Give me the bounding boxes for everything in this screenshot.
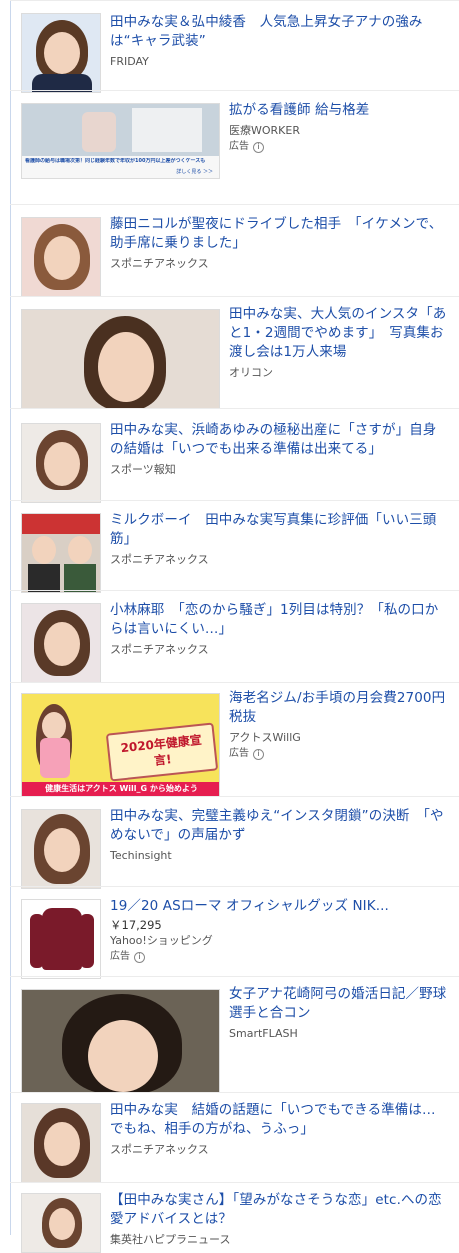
article-source: スポニチアネックス (110, 643, 209, 656)
ad-thumbnail[interactable]: 2020年健康宣言! 健康生活はアクトス Will_G から始めよう (21, 693, 220, 797)
article-item[interactable]: 田中みな実＆弘中綾香 人気急上昇女子アナの強みは“キャラ武装” FRIDAY (10, 0, 459, 93)
article-thumbnail[interactable] (21, 809, 101, 889)
article-item[interactable]: 田中みな実、完璧主義ゆえ“インスタ閉鎖”の決断 「やめないで」の声届かず Tec… (10, 796, 459, 889)
article-title[interactable]: 田中みな実、浜崎あゆみの極秘出産に「さすが」自身の結婚は「いつでも出来る準備は出… (110, 421, 447, 459)
shopping-ad-item[interactable]: 19／20 ASローマ オフィシャルグッズ NIK... ￥17,295 Yah… (10, 886, 459, 979)
article-item[interactable]: ミルクボーイ 田中みな実写真集に珍評価「いい三頭筋」 スポニチアネックス (10, 500, 459, 593)
ad-title[interactable]: 海老名ジム/お手頃の月会費2700円税抜 (229, 689, 447, 727)
article-title[interactable]: 田中みな実、大人気のインスタ「あと1・2週間でやめます」 写真集お渡し会は1万人… (229, 305, 447, 362)
ad-thumb-badge: 2020年健康宣言! (105, 722, 219, 782)
article-thumbnail[interactable] (21, 513, 101, 593)
article-item[interactable]: 【田中みな実さん】「望みがなさそうな恋」etc.への恋愛アドバイスとは？ 集英社… (10, 1182, 459, 1253)
product-price: ￥17,295 (110, 918, 162, 932)
article-thumbnail[interactable] (21, 603, 101, 683)
article-title[interactable]: ミルクボーイ 田中みな実写真集に珍評価「いい三頭筋」 (110, 511, 447, 549)
article-thumbnail[interactable] (21, 1193, 101, 1253)
article-source: スポニチアネックス (110, 257, 209, 270)
product-thumbnail[interactable] (21, 899, 101, 979)
article-item[interactable]: 田中みな実、大人気のインスタ「あと1・2週間でやめます」 写真集お渡し会は1万人… (10, 296, 459, 409)
ad-thumb-more: 詳しく見る ＞＞ (176, 169, 213, 175)
article-title[interactable]: 田中みな実 結婚の話題に「いつでもできる準備は…でもね、相手の方がね、うふっ」 (110, 1101, 447, 1139)
article-source: SmartFLASH (229, 1027, 298, 1040)
article-title[interactable]: 田中みな実、完璧主義ゆえ“インスタ閉鎖”の決断 「やめないで」の声届かず (110, 807, 447, 845)
article-item[interactable]: 女子アナ花崎阿弓の婚活日記／野球選手と合コン SmartFLASH (10, 976, 459, 1093)
article-thumbnail[interactable] (21, 989, 220, 1093)
ad-source: 医療WORKER (229, 124, 300, 137)
article-title[interactable]: 藤田ニコルが聖夜にドライブした相手 「イケメンで、助手席に乗りました」 (110, 215, 447, 253)
article-title[interactable]: 女子アナ花崎阿弓の婚活日記／野球選手と合コン (229, 985, 447, 1023)
info-icon[interactable]: i (134, 951, 145, 963)
ad-thumb-headline: 看護師の給与は職場次第！同じ経験年数で年収が100万円以上差がつくケースも (25, 158, 206, 164)
article-item[interactable]: 藤田ニコルが聖夜にドライブした相手 「イケメンで、助手席に乗りました」 スポニチ… (10, 204, 459, 297)
article-source: スポーツ報知 (110, 463, 176, 476)
article-source: FRIDAY (110, 55, 149, 68)
ad-label: 広告 (110, 951, 130, 962)
article-source: 集英社ハピプラニュース (110, 1233, 231, 1246)
article-source: スポニチアネックス (110, 1143, 209, 1156)
article-thumbnail[interactable] (21, 13, 101, 93)
info-icon[interactable]: i (253, 748, 264, 760)
article-thumbnail[interactable] (21, 309, 220, 409)
ad-label: 広告 (229, 141, 249, 152)
article-title[interactable]: 【田中みな実さん】「望みがなさそうな恋」etc.への恋愛アドバイスとは？ (110, 1191, 447, 1229)
article-title[interactable]: 田中みな実＆弘中綾香 人気急上昇女子アナの強みは“キャラ武装” (110, 13, 447, 51)
product-title[interactable]: 19／20 ASローマ オフィシャルグッズ NIK... (110, 897, 447, 916)
ad-title[interactable]: 拡がる看護師 給与格差 (229, 101, 447, 120)
ad-thumb-banner: 健康生活はアクトス Will_G から始めよう (22, 782, 219, 796)
ad-source: アクトスWillG (229, 731, 301, 744)
article-item[interactable]: 田中みな実、浜崎あゆみの極秘出産に「さすが」自身の結婚は「いつでも出来る準備は出… (10, 408, 459, 503)
article-item[interactable]: 田中みな実 結婚の話題に「いつでもできる準備は…でもね、相手の方がね、うふっ」 … (10, 1092, 459, 1183)
article-title[interactable]: 小林麻耶 「恋のから騒ぎ」1列目は特別？「私の口からは言いにくい…」 (110, 601, 447, 639)
article-source: オリコン (229, 366, 273, 379)
ad-label: 広告 (229, 748, 249, 759)
article-source: スポニチアネックス (110, 553, 209, 566)
ad-item[interactable]: 看護師の給与は職場次第！同じ経験年数で年収が100万円以上差がつくケースも 詳し… (10, 90, 459, 204)
article-thumbnail[interactable] (21, 423, 101, 503)
ad-thumbnail[interactable]: 看護師の給与は職場次第！同じ経験年数で年収が100万円以上差がつくケースも 詳し… (21, 103, 220, 179)
article-thumbnail[interactable] (21, 217, 101, 297)
article-thumbnail[interactable] (21, 1103, 101, 1183)
article-source: Techinsight (110, 849, 172, 862)
info-icon[interactable]: i (253, 141, 264, 153)
article-item[interactable]: 小林麻耶 「恋のから騒ぎ」1列目は特別？「私の口からは言いにくい…」 スポニチア… (10, 590, 459, 683)
product-source: Yahoo!ショッピング (110, 934, 213, 947)
ad-item[interactable]: 2020年健康宣言! 健康生活はアクトス Will_G から始めよう 海老名ジム… (10, 682, 459, 797)
